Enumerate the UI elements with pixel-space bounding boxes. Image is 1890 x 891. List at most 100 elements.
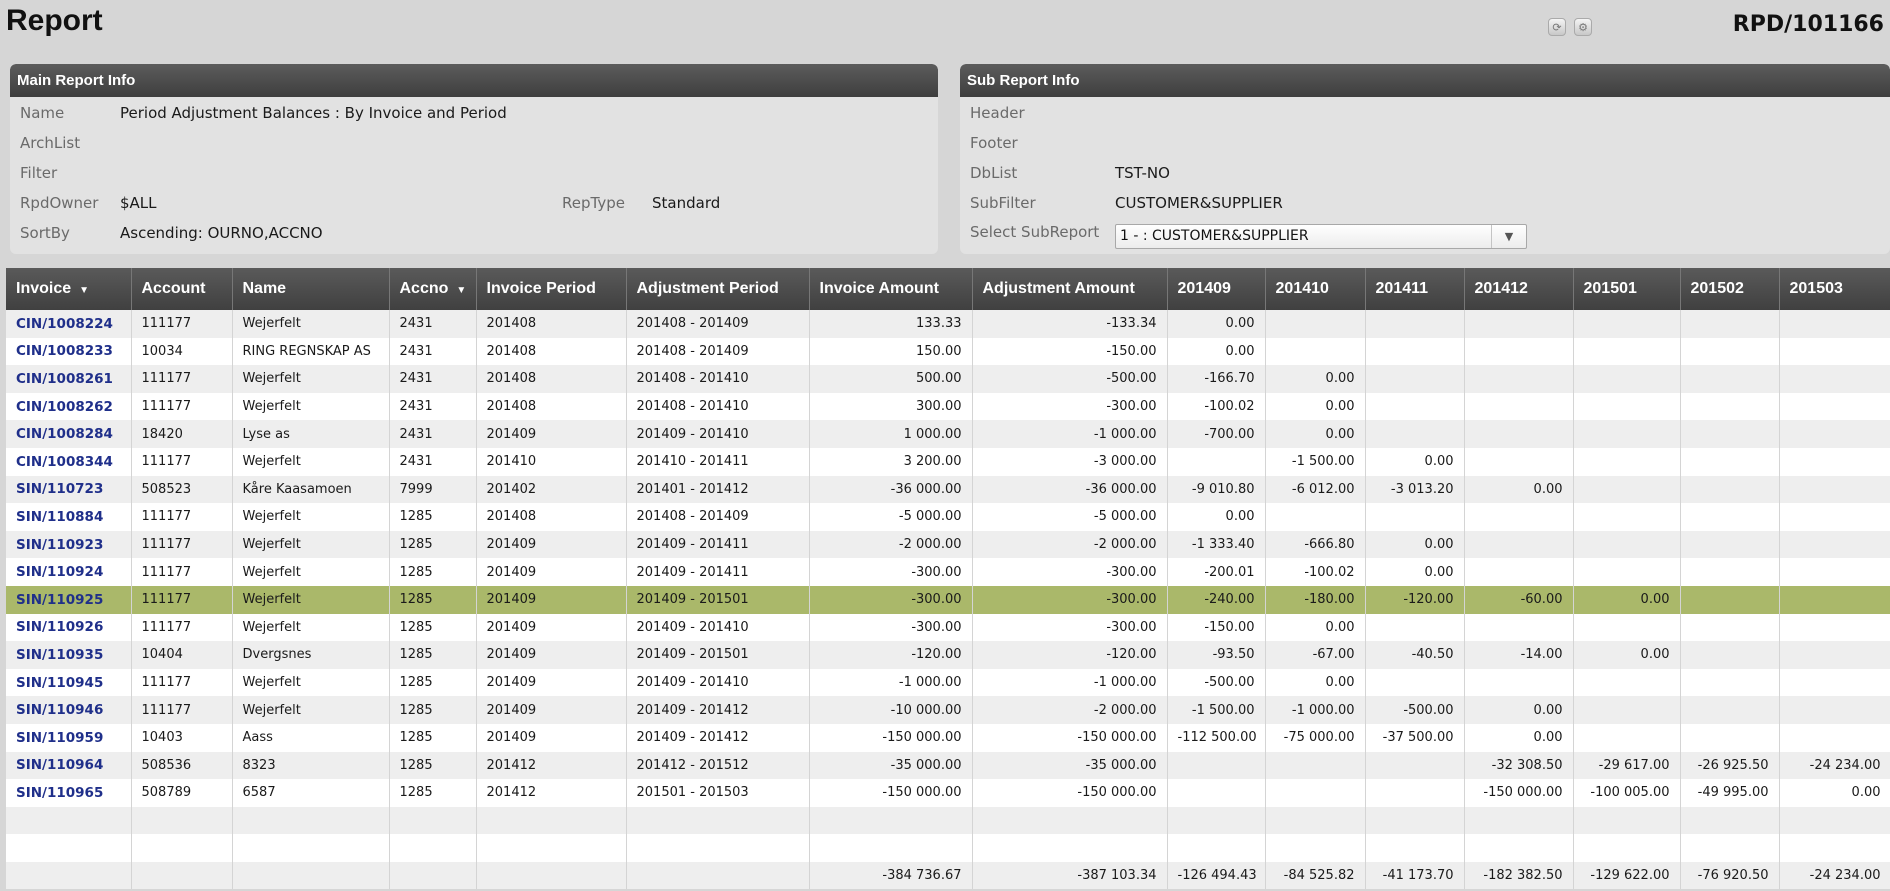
chevron-down-icon[interactable]: ▼ [1491, 225, 1526, 248]
table-cell [232, 861, 390, 890]
table-cell: 111177 [131, 310, 233, 338]
table-cell: 111177 [131, 503, 233, 531]
table-cell: -49 995.00 [1680, 779, 1780, 807]
column-header[interactable]: Account [131, 268, 233, 310]
invoice-link[interactable]: CIN/1008233 [16, 343, 113, 359]
table-cell: 1285 [389, 530, 477, 559]
table-row[interactable]: SIN/110946 111177 Wejerfelt 1285 201409 20140… [6, 696, 1890, 724]
invoice-link[interactable]: SIN/110926 [16, 619, 103, 635]
invoice-link[interactable]: SIN/110935 [16, 647, 103, 663]
invoice-link[interactable]: CIN/1008284 [16, 426, 113, 442]
invoice-link[interactable]: SIN/110964 [16, 757, 103, 773]
invoice-link[interactable]: CIN/1008344 [16, 454, 113, 470]
table-cell [1680, 310, 1780, 338]
invoice-link[interactable]: SIN/110723 [16, 481, 103, 497]
invoice-link[interactable]: SIN/110946 [16, 702, 103, 718]
field-label: SortBy [20, 224, 70, 242]
table-cell [1680, 530, 1780, 559]
column-header[interactable]: 201501 [1573, 268, 1681, 310]
sort-down-icon[interactable]: ▼ [79, 285, 89, 296]
table-cell [1779, 503, 1890, 531]
column-header[interactable]: Accno ▼ [389, 268, 477, 310]
invoice-link[interactable]: SIN/110884 [16, 509, 103, 525]
table-cell: 111177 [131, 613, 233, 642]
column-header-label: 201412 [1474, 280, 1528, 297]
table-cell: -1 000.00 [809, 668, 973, 697]
table-cell [1779, 310, 1890, 338]
table-cell: -150 000.00 [972, 779, 1168, 807]
table-row[interactable]: SIN/110924 111177 Wejerfelt 1285 201409 20140… [6, 558, 1890, 586]
sub-report-info-panel: Sub Report Info Header Footer DbList TST… [960, 64, 1890, 254]
table-cell: -100 005.00 [1573, 779, 1681, 807]
table-row[interactable]: CIN/1008261 111177 Wejerfelt 2431 201408 2014… [6, 365, 1890, 393]
table-row[interactable]: SIN/110884 111177 Wejerfelt 1285 201408 20140… [6, 503, 1890, 531]
table-cell: 0.00 [1573, 585, 1681, 614]
table-cell [1573, 420, 1681, 448]
invoice-link[interactable]: CIN/1008261 [16, 371, 113, 387]
column-header[interactable]: 201502 [1680, 268, 1780, 310]
table-row[interactable]: SIN/110935 10404 Dvergsnes 1285 201409 201409… [6, 641, 1890, 669]
table-cell [1680, 585, 1780, 614]
table-cell: 201408 - 201410 [626, 392, 810, 421]
table-row[interactable]: CIN/1008284 18420 Lyse as 2431 201409 201409 … [6, 420, 1890, 448]
table-cell: 10034 [131, 337, 233, 366]
invoice-link[interactable]: CIN/1008262 [16, 399, 113, 415]
invoice-link[interactable]: CIN/1008224 [16, 316, 113, 332]
column-header[interactable]: Name [232, 268, 390, 310]
table-cell [389, 834, 477, 862]
table-cell [1464, 530, 1574, 559]
table-cell [1680, 613, 1780, 642]
table-cell [1680, 420, 1780, 448]
table-row[interactable]: SIN/110925 111177 Wejerfelt 1285 201409 20140… [6, 585, 1890, 614]
table-cell: 0.00 [1365, 558, 1465, 586]
table-row[interactable]: CIN/1008344 111177 Wejerfelt 2431 201410 2014… [6, 447, 1890, 476]
invoice-link[interactable]: SIN/110923 [16, 537, 103, 553]
table-row[interactable]: CIN/1008262 111177 Wejerfelt 2431 201408 2014… [6, 392, 1890, 421]
column-header[interactable]: Invoice Period [476, 268, 627, 310]
table-row[interactable]: SIN/110945 111177 Wejerfelt 1285 201409 20140… [6, 668, 1890, 697]
table-row[interactable]: SIN/110964 508536 8323 1285 201412 201412 - 2… [6, 751, 1890, 780]
table-cell [1680, 668, 1780, 697]
table-cell: 201501 - 201503 [626, 779, 810, 807]
column-header[interactable]: 201412 [1464, 268, 1574, 310]
table-cell: Wejerfelt [232, 310, 390, 338]
table-cell [1464, 392, 1574, 421]
refresh-icon[interactable]: ⟳ [1548, 18, 1566, 36]
table-cell: -500.00 [1167, 668, 1266, 697]
sort-down-icon[interactable]: ▼ [456, 285, 466, 296]
table-row[interactable]: CIN/1008233 10034 RING REGNSKAP AS 2431 2014… [6, 337, 1890, 366]
table-cell [1464, 668, 1574, 697]
column-header[interactable]: Invoice ▼ [6, 268, 132, 310]
table-row[interactable]: SIN/110923 111177 Wejerfelt 1285 201409 20140… [6, 530, 1890, 559]
info-row-select-subreport: Select SubReport [970, 221, 1120, 243]
invoice-link[interactable]: SIN/110959 [16, 730, 103, 746]
table-cell: -24 234.00 [1779, 751, 1890, 780]
invoice-link[interactable]: SIN/110965 [16, 785, 103, 801]
column-header[interactable]: 201410 [1265, 268, 1366, 310]
table-cell: 201402 [476, 475, 627, 504]
subreport-select[interactable]: 1 - : CUSTOMER&SUPPLIER ▼ [1115, 224, 1527, 249]
column-header[interactable]: Invoice Amount [809, 268, 973, 310]
column-header[interactable]: Adjustment Amount [972, 268, 1168, 310]
table-row[interactable]: SIN/110965 508789 6587 1285 201412 201501 - 2… [6, 779, 1890, 807]
invoice-link[interactable]: SIN/110924 [16, 564, 103, 580]
table-cell: 111177 [131, 558, 233, 586]
column-header[interactable]: Adjustment Period [626, 268, 810, 310]
table-cell [972, 834, 1168, 862]
table-row[interactable]: CIN/1008224 111177 Wejerfelt 2431 201408 2014… [6, 310, 1890, 338]
column-header[interactable]: 201409 [1167, 268, 1266, 310]
table-row[interactable]: SIN/110723 508523 Kåre Kaasamoen 7999 201402… [6, 475, 1890, 504]
table-cell: 201408 [476, 503, 627, 531]
table-cell: -100.02 [1167, 392, 1266, 421]
table-row[interactable]: SIN/110959 10403 Aass 1285 201409 201409 - 20… [6, 723, 1890, 752]
column-header-label: Adjustment Amount [982, 280, 1135, 297]
invoice-link[interactable]: SIN/110945 [16, 675, 103, 691]
column-header[interactable]: 201411 [1365, 268, 1465, 310]
settings-icon[interactable]: ⚙ [1574, 18, 1592, 36]
table-cell: 201409 [476, 613, 627, 642]
invoice-link[interactable]: SIN/110925 [16, 592, 103, 608]
column-header[interactable]: 201503 [1779, 268, 1890, 310]
empty-row [6, 834, 1890, 862]
table-cell [389, 806, 477, 835]
table-row[interactable]: SIN/110926 111177 Wejerfelt 1285 201409 20140… [6, 613, 1890, 642]
